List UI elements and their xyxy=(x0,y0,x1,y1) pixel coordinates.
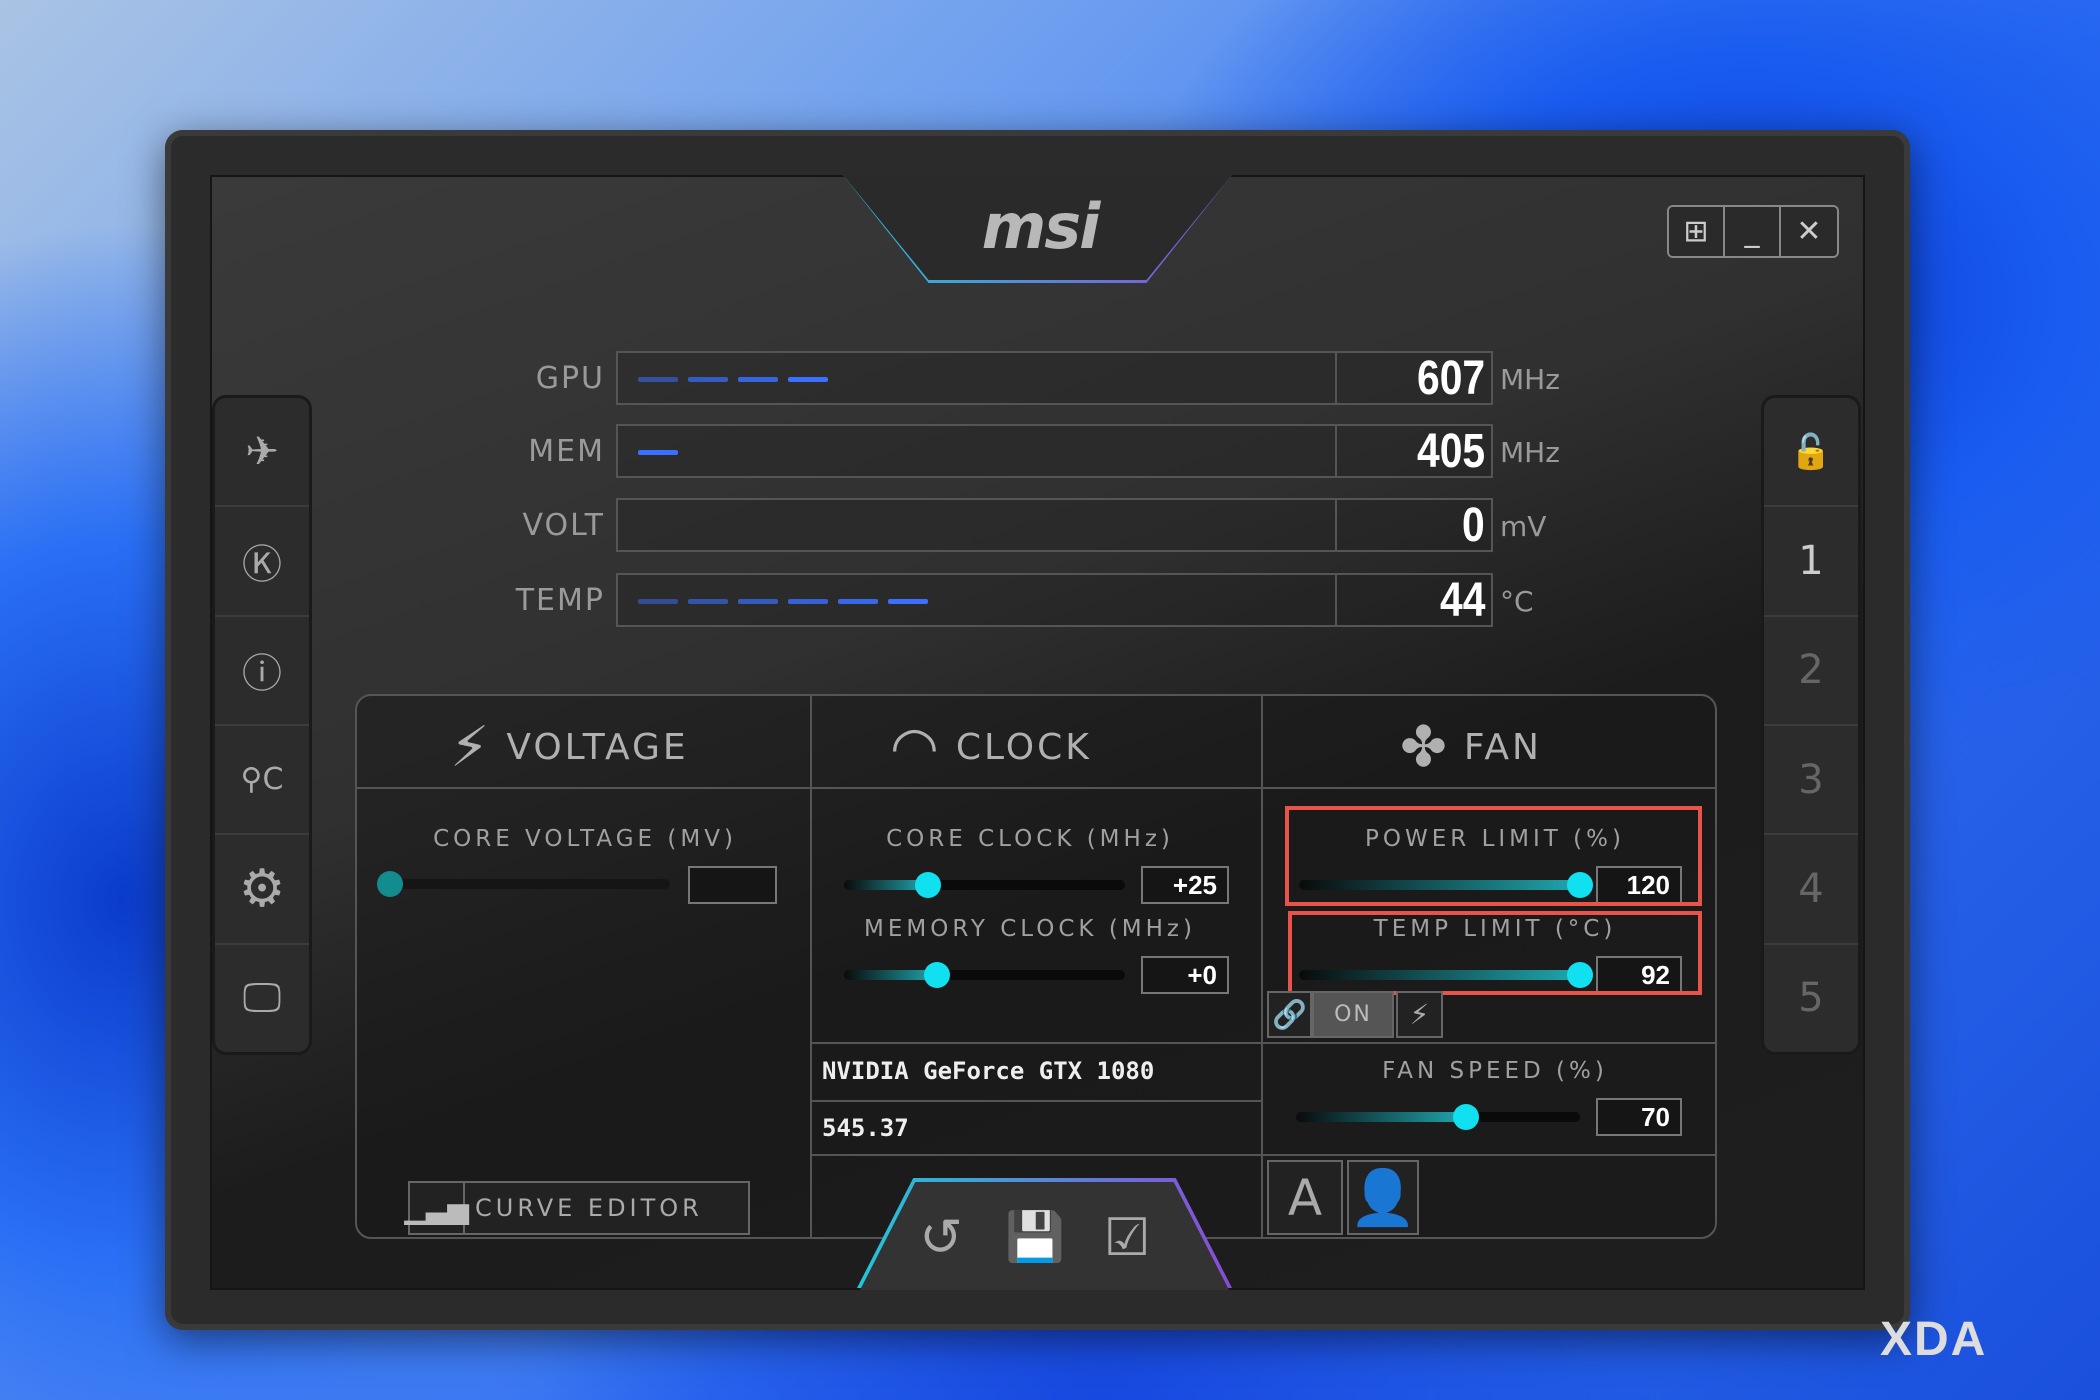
monitor-label: VOLT xyxy=(522,508,605,543)
window-controls: ⊞ _ ✕ xyxy=(1667,205,1839,258)
profile-4-button[interactable]: 4 xyxy=(1764,835,1858,945)
curve-editor-button[interactable]: ▁▃▅ CURVE EDITOR xyxy=(404,1181,750,1235)
core-voltage-slider[interactable] xyxy=(377,871,670,897)
reset-icon[interactable]: ↺ xyxy=(911,1208,971,1268)
msi-dragon-icon[interactable]: ✈ xyxy=(215,398,309,508)
fan-speed-slider[interactable] xyxy=(1296,1104,1580,1130)
divider xyxy=(1335,575,1337,625)
memory-clock-input[interactable]: +0 xyxy=(1141,956,1229,994)
bar-chart-icon: ▁▃▅ xyxy=(404,1183,469,1233)
fan-auto-button[interactable]: A xyxy=(1267,1160,1343,1235)
monitor-bar-gpu: 607 xyxy=(616,351,1493,405)
monitor-icon[interactable]: 🖵 xyxy=(215,945,309,1052)
fan-user-icon[interactable]: 👤 xyxy=(1347,1160,1419,1235)
slider-thumb[interactable] xyxy=(377,871,403,897)
minimize-icon[interactable]: _ xyxy=(1725,207,1781,256)
msi-logo: msi xyxy=(981,190,1101,263)
monitor-unit: MHz xyxy=(1500,363,1560,396)
slider-fill xyxy=(1296,1112,1467,1122)
apply-check-icon[interactable]: ☑ xyxy=(1097,1208,1157,1268)
info-icon[interactable]: ⓘ xyxy=(215,617,309,726)
xda-watermark: XDA xyxy=(1880,1313,1988,1366)
windows-icon[interactable]: ⊞ xyxy=(1669,207,1725,256)
save-icon[interactable]: 💾 xyxy=(1005,1208,1065,1265)
fan-speed-input[interactable]: 70 xyxy=(1596,1098,1682,1136)
level-segment xyxy=(738,377,778,382)
monitor-label: TEMP xyxy=(515,583,605,618)
monitor-label: MEM xyxy=(528,434,605,469)
level-segment xyxy=(738,599,778,604)
power-limit-highlight xyxy=(1285,806,1702,906)
fan-speed-label: FAN SPEED (%) xyxy=(1382,1058,1608,1084)
monitor-bar-temp: 44 xyxy=(616,573,1493,627)
profile-sidebar: 🔓 1 2 3 4 5 xyxy=(1761,395,1861,1055)
level-segment xyxy=(638,377,678,382)
level-indicator xyxy=(638,450,678,455)
clock-title: CLOCK xyxy=(955,727,1092,768)
level-segment xyxy=(688,599,728,604)
temp-limit-highlight xyxy=(1288,911,1702,995)
monitor-unit: mV xyxy=(1500,510,1547,543)
level-segment xyxy=(888,599,928,604)
voltage-title: VOLTAGE xyxy=(506,727,689,768)
profile-1-button[interactable]: 1 xyxy=(1764,507,1858,617)
fan-title: FAN xyxy=(1463,727,1542,768)
link-icon[interactable]: 🔗 xyxy=(1267,991,1312,1038)
level-segment xyxy=(688,377,728,382)
close-icon[interactable]: ✕ xyxy=(1781,207,1837,256)
core-clock-slider[interactable] xyxy=(844,872,1125,898)
lightning-icon: ⚡ xyxy=(450,715,493,780)
core-clock-label: CORE CLOCK (MHz) xyxy=(886,826,1174,852)
speedometer-icon: ◠ xyxy=(890,715,942,780)
monitor-value: 607 xyxy=(1416,352,1485,405)
monitor-bar-volt: 0 xyxy=(616,498,1493,552)
driver-version: 545.37 xyxy=(822,1114,909,1142)
memory-clock-label: MEMORY CLOCK (MHz) xyxy=(864,916,1196,942)
level-segment xyxy=(838,599,878,604)
curve-editor-label: CURVE EDITOR xyxy=(475,1194,703,1222)
core-voltage-label: CORE VOLTAGE (MV) xyxy=(433,826,737,852)
slider-thumb[interactable] xyxy=(923,962,950,988)
monitor-value: 0 xyxy=(1462,499,1485,552)
level-indicator xyxy=(638,599,928,604)
slider-fill xyxy=(844,970,937,980)
divider xyxy=(1335,353,1337,403)
fan-icon: ✤ xyxy=(1400,715,1450,780)
voltage-header: ⚡ VOLTAGE xyxy=(450,715,689,780)
divider xyxy=(1335,500,1337,550)
level-segment xyxy=(638,450,678,455)
oc-scanner-icon[interactable]: ⚲C xyxy=(215,726,309,836)
link-toggle-button[interactable]: ON xyxy=(1312,991,1394,1038)
settings-gear-icon[interactable]: ⚙ xyxy=(215,835,309,945)
clock-header: ◠ CLOCK xyxy=(890,715,1092,780)
monitor-value: 44 xyxy=(1439,574,1485,627)
level-indicator xyxy=(638,377,828,382)
core-voltage-input[interactable] xyxy=(688,866,777,904)
divider xyxy=(1335,426,1337,476)
level-segment xyxy=(788,599,828,604)
level-segment xyxy=(788,377,828,382)
fan-header: ✤ FAN xyxy=(1400,715,1542,780)
divider xyxy=(357,787,1715,789)
divider xyxy=(812,1154,1715,1156)
profile-5-button[interactable]: 5 xyxy=(1764,945,1858,1052)
profile-2-button[interactable]: 2 xyxy=(1764,617,1858,726)
core-clock-input[interactable]: +25 xyxy=(1141,866,1229,904)
profile-3-button[interactable]: 3 xyxy=(1764,726,1858,836)
monitor-label: GPU xyxy=(535,361,605,396)
monitor-bar-mem: 405 xyxy=(616,424,1493,478)
divider xyxy=(812,1100,1261,1102)
kombustor-icon[interactable]: Ⓚ xyxy=(215,507,309,617)
monitor-unit: MHz xyxy=(1500,436,1560,469)
left-sidebar: ✈ Ⓚ ⓘ ⚲C ⚙ 🖵 xyxy=(212,395,312,1055)
memory-clock-slider[interactable] xyxy=(844,962,1125,988)
monitor-unit: °C xyxy=(1500,585,1534,618)
level-segment xyxy=(638,599,678,604)
divider xyxy=(812,1042,1715,1044)
gpu-name: NVIDIA GeForce GTX 1080 xyxy=(822,1057,1155,1085)
power-lightning-icon[interactable]: ⚡ xyxy=(1396,991,1443,1038)
lock-icon[interactable]: 🔓 xyxy=(1764,398,1858,508)
monitor-value: 405 xyxy=(1416,425,1485,478)
